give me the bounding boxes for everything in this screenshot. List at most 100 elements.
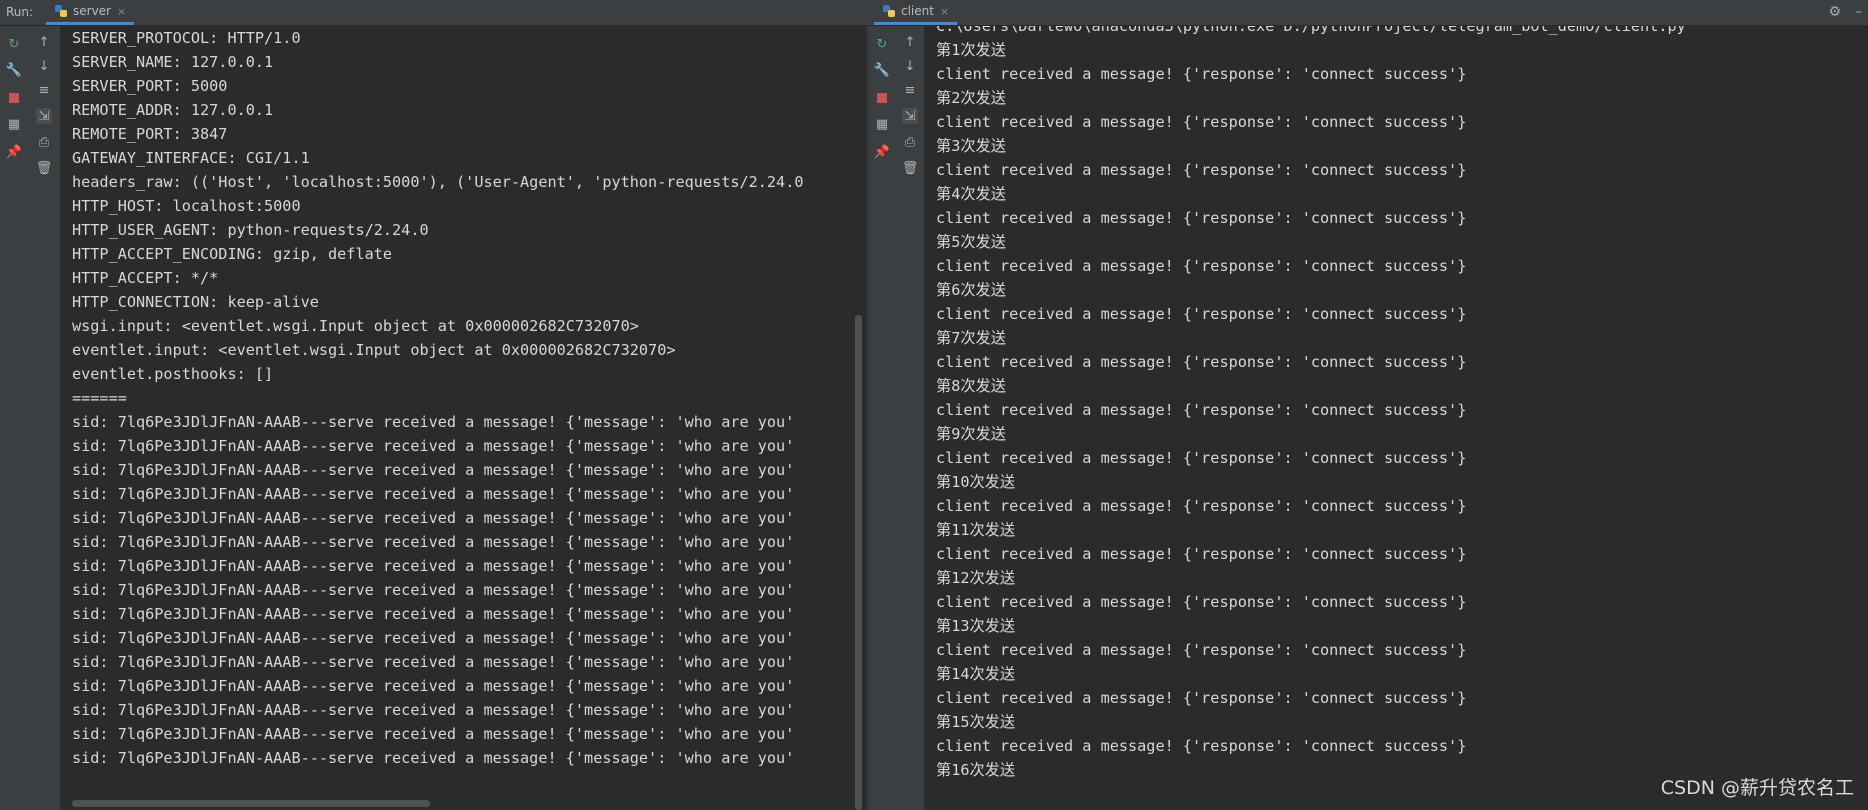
console-line: sid: 7lq6Pe3JDlJFnAN-AAAB---serve receiv… xyxy=(72,749,795,767)
scroll-to-end-icon[interactable]: ⇲ xyxy=(36,108,52,124)
console-line: 第8次发送 xyxy=(936,377,1006,395)
console-line: SERVER_PROTOCOL: HTTP/1.0 xyxy=(72,29,301,47)
console-line: client received a message! {'response': … xyxy=(936,689,1467,707)
python-icon xyxy=(55,5,67,17)
console-line: 第9次发送 xyxy=(936,425,1006,443)
close-icon[interactable]: × xyxy=(117,5,126,18)
pin-icon[interactable]: 📌 xyxy=(6,144,22,160)
console-line: 第6次发送 xyxy=(936,281,1006,299)
console-line: HTTP_ACCEPT: */* xyxy=(72,269,219,287)
layout-icon[interactable]: ▦ xyxy=(6,116,22,132)
arrow-down-icon[interactable]: ↓ xyxy=(902,58,918,74)
vertical-scrollbar[interactable] xyxy=(855,315,862,810)
scroll-to-end-icon[interactable]: ⇲ xyxy=(902,108,918,124)
console-line: client received a message! {'response': … xyxy=(936,401,1467,419)
soft-wrap-icon[interactable]: ≡ xyxy=(36,82,52,98)
rerun-icon[interactable]: ↻ xyxy=(6,36,22,52)
console-line: 第1次发送 xyxy=(936,41,1006,59)
trash-icon[interactable]: 🗑 xyxy=(902,160,919,176)
wrench-icon[interactable]: 🔧 xyxy=(874,62,890,78)
console-line: sid: 7lq6Pe3JDlJFnAN-AAAB---serve receiv… xyxy=(72,677,795,695)
python-icon xyxy=(883,5,895,17)
console-line: wsgi.input: <eventlet.wsgi.Input object … xyxy=(72,317,639,335)
console-line: 第2次发送 xyxy=(936,89,1006,107)
console-line: 第3次发送 xyxy=(936,137,1006,155)
run-label: Run: xyxy=(6,5,34,19)
console-line: sid: 7lq6Pe3JDlJFnAN-AAAB---serve receiv… xyxy=(72,485,795,503)
tab-client[interactable]: client × xyxy=(874,0,958,25)
print-icon[interactable]: ⎙ xyxy=(36,134,52,150)
server-console-output[interactable]: SERVER_PROTOCOL: HTTP/1.0 SERVER_NAME: 12… xyxy=(60,26,866,810)
gear-icon[interactable]: ⚙ xyxy=(1828,4,1841,20)
print-icon[interactable]: ⎙ xyxy=(902,134,918,150)
console-line: HTTP_CONNECTION: keep-alive xyxy=(72,293,319,311)
console-line: client received a message! {'response': … xyxy=(936,737,1467,755)
console-line: SERVER_NAME: 127.0.0.1 xyxy=(72,53,274,71)
client-console-actions-toolbar: ↑ ↓ ≡ ⇲ ⎙ 🗑 xyxy=(896,26,925,810)
console-line: 第12次发送 xyxy=(936,569,1016,587)
console-line: client received a message! {'response': … xyxy=(936,545,1467,563)
console-line: client received a message! {'response': … xyxy=(936,257,1467,275)
console-line: 第10次发送 xyxy=(936,473,1016,491)
console-line: client received a message! {'response': … xyxy=(936,353,1467,371)
console-actions-toolbar: ↑ ↓ ≡ ⇲ ⎙ 🗑 xyxy=(28,26,61,810)
console-line: 第16次发送 xyxy=(936,761,1016,779)
console-line: HTTP_HOST: localhost:5000 xyxy=(72,197,301,215)
console-line: REMOTE_ADDR: 127.0.0.1 xyxy=(72,101,274,119)
horizontal-scrollbar[interactable] xyxy=(72,800,430,807)
console-line: client received a message! {'response': … xyxy=(936,593,1467,611)
console-line: sid: 7lq6Pe3JDlJFnAN-AAAB---serve receiv… xyxy=(72,581,795,599)
console-line: sid: 7lq6Pe3JDlJFnAN-AAAB---serve receiv… xyxy=(72,509,795,527)
console-line: HTTP_ACCEPT_ENCODING: gzip, deflate xyxy=(72,245,393,263)
console-line: ====== xyxy=(72,389,127,407)
console-line: C:\Users\Darlewo\anaconda3\python.exe D:… xyxy=(936,26,1686,35)
console-line: client received a message! {'response': … xyxy=(936,161,1467,179)
console-line: sid: 7lq6Pe3JDlJFnAN-AAAB---serve receiv… xyxy=(72,557,795,575)
console-line: sid: 7lq6Pe3JDlJFnAN-AAAB---serve receiv… xyxy=(72,461,795,479)
console-line: client received a message! {'response': … xyxy=(936,209,1467,227)
arrow-down-icon[interactable]: ↓ xyxy=(36,58,52,74)
arrow-up-icon[interactable]: ↑ xyxy=(36,34,52,50)
pin-icon[interactable]: 📌 xyxy=(874,144,890,160)
console-line: client received a message! {'response': … xyxy=(936,113,1467,131)
console-line: 第7次发送 xyxy=(936,329,1006,347)
console-line: GATEWAY_INTERFACE: CGI/1.1 xyxy=(72,149,310,167)
console-line: client received a message! {'response': … xyxy=(936,65,1467,83)
console-line: sid: 7lq6Pe3JDlJFnAN-AAAB---serve receiv… xyxy=(72,725,795,743)
trash-icon[interactable]: 🗑 xyxy=(36,160,53,176)
watermark: CSDN @薪升贷农名工 xyxy=(1660,777,1854,799)
client-console-output[interactable]: C:\Users\Darlewo\anaconda3\python.exe D:… xyxy=(924,26,1868,810)
server-console-lines: SERVER_PROTOCOL: HTTP/1.0 SERVER_NAME: 12… xyxy=(72,26,804,770)
console-line: eventlet.posthooks: [] xyxy=(72,365,274,383)
console-line: client received a message! {'response': … xyxy=(936,449,1467,467)
stop-icon[interactable] xyxy=(6,90,22,106)
tab-server[interactable]: server × xyxy=(46,0,135,25)
console-line: 第14次发送 xyxy=(936,665,1016,683)
console-line: 第11次发送 xyxy=(936,521,1016,539)
console-line: 第15次发送 xyxy=(936,713,1016,731)
stop-icon[interactable] xyxy=(874,90,890,106)
console-line: REMOTE_PORT: 3847 xyxy=(72,125,228,143)
run-actions-toolbar: ↻ 🔧 ▦ 📌 xyxy=(0,26,29,810)
rerun-icon[interactable]: ↻ xyxy=(874,36,890,52)
wrench-icon[interactable]: 🔧 xyxy=(6,62,22,78)
console-line: sid: 7lq6Pe3JDlJFnAN-AAAB---serve receiv… xyxy=(72,653,795,671)
console-line: headers_raw: (('Host', 'localhost:5000')… xyxy=(72,173,804,191)
console-line: sid: 7lq6Pe3JDlJFnAN-AAAB---serve receiv… xyxy=(72,605,795,623)
console-line: 第5次发送 xyxy=(936,233,1006,251)
console-line: SERVER_PORT: 5000 xyxy=(72,77,228,95)
soft-wrap-icon[interactable]: ≡ xyxy=(902,82,918,98)
console-line: client received a message! {'response': … xyxy=(936,641,1467,659)
console-line: sid: 7lq6Pe3JDlJFnAN-AAAB---serve receiv… xyxy=(72,701,795,719)
console-line: client received a message! {'response': … xyxy=(936,497,1467,515)
layout-icon[interactable]: ▦ xyxy=(874,116,890,132)
arrow-up-icon[interactable]: ↑ xyxy=(902,34,918,50)
window-actions: ⚙ – xyxy=(1828,4,1862,20)
tab-client-label: client xyxy=(901,4,934,18)
console-line: client received a message! {'response': … xyxy=(936,305,1467,323)
client-console-lines: C:\Users\Darlewo\anaconda3\python.exe D:… xyxy=(936,26,1686,782)
minimize-icon[interactable]: – xyxy=(1855,4,1862,20)
close-icon[interactable]: × xyxy=(940,5,949,18)
console-line: HTTP_USER_AGENT: python-requests/2.24.0 xyxy=(72,221,429,239)
console-line: 第4次发送 xyxy=(936,185,1006,203)
